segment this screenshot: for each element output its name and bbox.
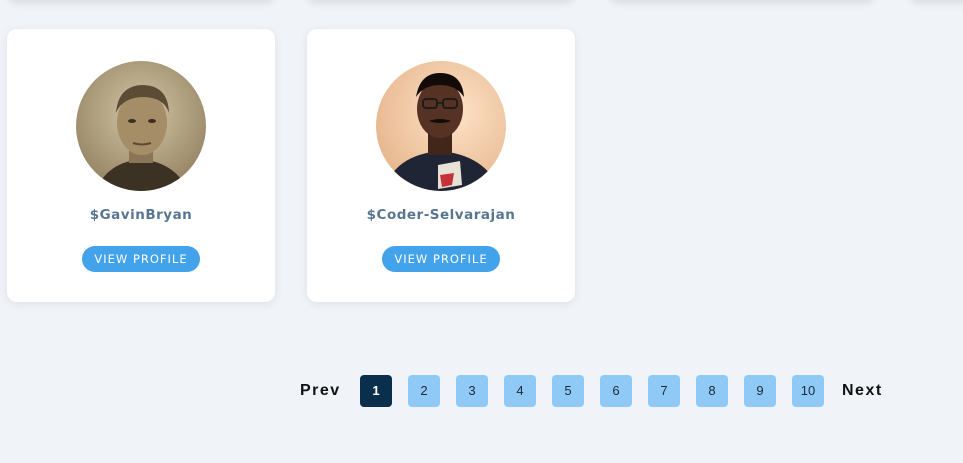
page-button-4[interactable]: 4 [504, 375, 536, 407]
prev-page-link[interactable]: Prev [300, 375, 341, 407]
avatar[interactable] [376, 61, 506, 191]
page-button-1[interactable]: 1 [360, 375, 392, 407]
page-button-6[interactable]: 6 [600, 375, 632, 407]
user-card: $GavinBryan VIEW PROFILE [7, 29, 275, 302]
user-photo-icon [376, 61, 506, 191]
username: $GavinBryan [89, 207, 193, 223]
username: $Coder-Selvarajan [366, 207, 516, 223]
next-page-link[interactable]: Next [842, 375, 883, 407]
page-button-5[interactable]: 5 [552, 375, 584, 407]
view-profile-button[interactable]: VIEW PROFILE [82, 246, 200, 272]
avatar[interactable] [76, 61, 206, 191]
user-photo-icon [76, 61, 206, 191]
page-button-8[interactable]: 8 [696, 375, 728, 407]
pagination: Prev 1 2 3 4 5 6 7 8 9 10 Next [0, 375, 963, 407]
page-button-10[interactable]: 10 [792, 375, 824, 407]
page-button-7[interactable]: 7 [648, 375, 680, 407]
page-button-2[interactable]: 2 [408, 375, 440, 407]
user-card: $Coder-Selvarajan VIEW PROFILE [307, 29, 575, 302]
view-profile-button[interactable]: VIEW PROFILE [382, 246, 500, 272]
page-button-9[interactable]: 9 [744, 375, 776, 407]
page-button-3[interactable]: 3 [456, 375, 488, 407]
